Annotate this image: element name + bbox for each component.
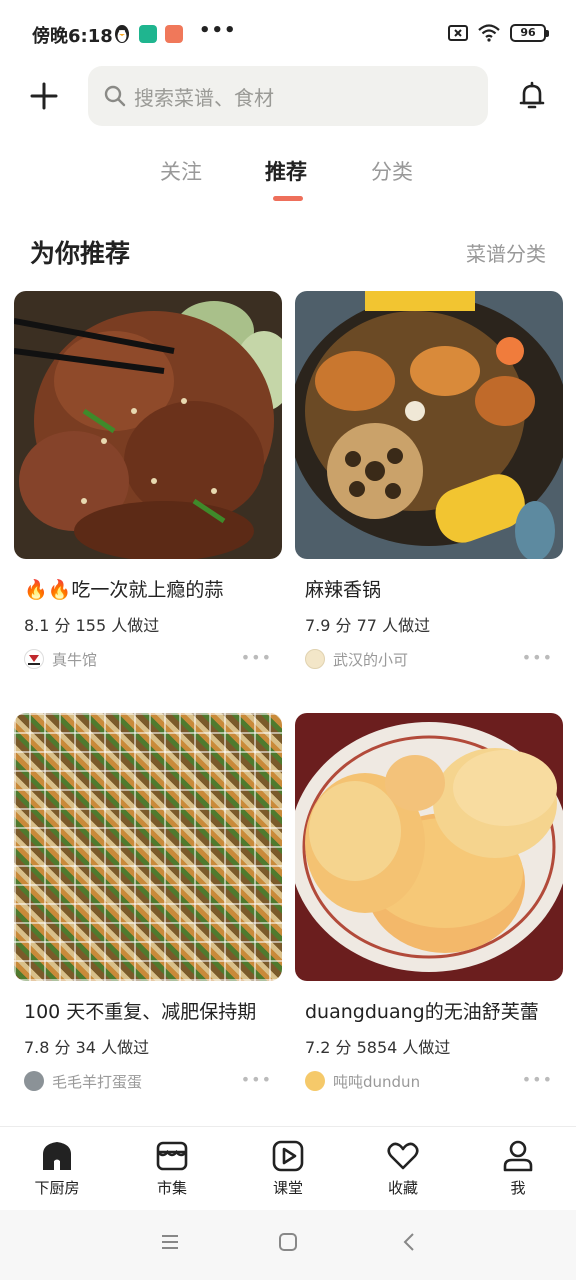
recipe-title[interactable]: 🔥🔥吃一次就上瘾的蒜 [24,575,282,602]
search-placeholder: 搜索菜谱、食材 [134,85,274,110]
search-input[interactable]: 搜索菜谱、食材 [88,66,488,126]
author-name: 吨吨dundun [333,1072,421,1091]
avatar [24,649,44,669]
status-system-icons: 96 [448,24,549,42]
recipe-card[interactable]: 🔥🔥吃一次就上瘾的蒜 8.1 分 155 人做过 真牛馆 ••• [14,291,282,670]
more-options-icon[interactable]: ••• [241,1070,272,1089]
recipe-title[interactable]: 麻辣香锅 [305,575,563,602]
recipe-image[interactable] [14,713,282,981]
battery-level: 96 [520,26,536,39]
wifi-icon [478,24,500,42]
recipe-author[interactable]: 吨吨dundun ••• [305,1070,563,1092]
tab-recommend[interactable]: 推荐 [265,156,307,186]
nav-item-favorites[interactable]: 收藏 [363,1139,443,1198]
author-name: 真牛馆 [52,650,98,669]
bottom-nav: 下厨房 市集 课堂 收藏 我 [0,1126,576,1210]
tab-bar: 关注 推荐 分类 [0,150,576,206]
avatar [24,1071,44,1091]
section-title: 为你推荐 [30,239,131,268]
back-icon[interactable] [400,1232,420,1252]
more-options-icon[interactable]: ••• [522,648,553,667]
recipe-author[interactable]: 真牛馆 ••• [24,648,282,670]
status-time: 傍晚6:18 [32,26,113,47]
add-icon[interactable] [28,80,60,112]
recipe-stats: 7.2 分 5854 人做过 [305,1038,451,1057]
nav-item-market[interactable]: 市集 [132,1139,212,1198]
more-options-icon[interactable]: ••• [241,648,272,667]
recipe-stats: 7.8 分 34 人做过 [24,1038,150,1057]
heart-icon [387,1142,419,1170]
author-name: 毛毛羊打蛋蛋 [52,1072,143,1091]
recipe-stats: 7.9 分 77 人做过 [305,616,431,635]
home-icon [43,1142,71,1170]
nav-label: 下厨房 [34,1179,80,1197]
system-nav-bar [0,1210,576,1280]
recipe-image[interactable] [295,291,563,559]
nav-label: 课堂 [272,1179,303,1197]
nav-item-me[interactable]: 我 [478,1139,558,1198]
recipe-card[interactable]: 麻辣香锅 7.9 分 77 人做过 武汉的小可 ••• [295,291,563,670]
tab-category[interactable]: 分类 [371,156,413,186]
recipe-title[interactable]: 100 天不重复、减肥保持期 [24,997,282,1024]
recipe-card[interactable]: duangduang的无油舒芙蕾 7.2 分 5854 人做过 吨吨dundun… [295,713,563,1092]
penguin-icon [115,25,129,43]
status-bar: 傍晚6:18 ••• 96 [0,0,576,70]
nav-item-kitchen[interactable]: 下厨房 [17,1139,97,1198]
recipe-author[interactable]: 武汉的小可 ••• [305,648,563,670]
recipe-card[interactable]: 100 天不重复、减肥保持期 7.8 分 34 人做过 毛毛羊打蛋蛋 ••• [14,713,282,1092]
nav-label: 收藏 [387,1179,418,1197]
status-app-icons [113,24,183,44]
nav-label: 我 [510,1179,526,1197]
status-more-icon: ••• [199,20,237,41]
more-options-icon[interactable]: ••• [522,1070,553,1089]
recipe-image[interactable] [295,713,563,981]
bell-icon[interactable] [516,80,548,112]
recipe-category-link[interactable]: 菜谱分类 [466,238,546,267]
market-icon [156,1141,188,1171]
recipe-title[interactable]: duangduang的无油舒芙蕾 [305,997,563,1024]
recipe-stats: 8.1 分 155 人做过 [24,616,160,635]
search-icon [104,85,126,107]
shield-app-icon [139,25,157,43]
nav-item-class[interactable]: 课堂 [248,1139,328,1198]
home-square-icon[interactable] [278,1232,298,1252]
sim-x-icon [448,25,468,41]
nav-label: 市集 [156,1179,187,1197]
avatar [305,649,325,669]
menu-icon[interactable] [160,1232,180,1252]
top-bar: 搜索菜谱、食材 [0,66,576,126]
recipe-image[interactable] [14,291,282,559]
person-icon [503,1140,533,1172]
avatar [305,1071,325,1091]
battery-icon: 96 [510,24,549,42]
bag-app-icon [165,25,183,43]
tab-follow[interactable]: 关注 [160,156,202,186]
active-tab-indicator [273,196,303,201]
play-icon [272,1140,304,1172]
recipe-author[interactable]: 毛毛羊打蛋蛋 ••• [24,1070,282,1092]
author-name: 武汉的小可 [333,650,409,669]
